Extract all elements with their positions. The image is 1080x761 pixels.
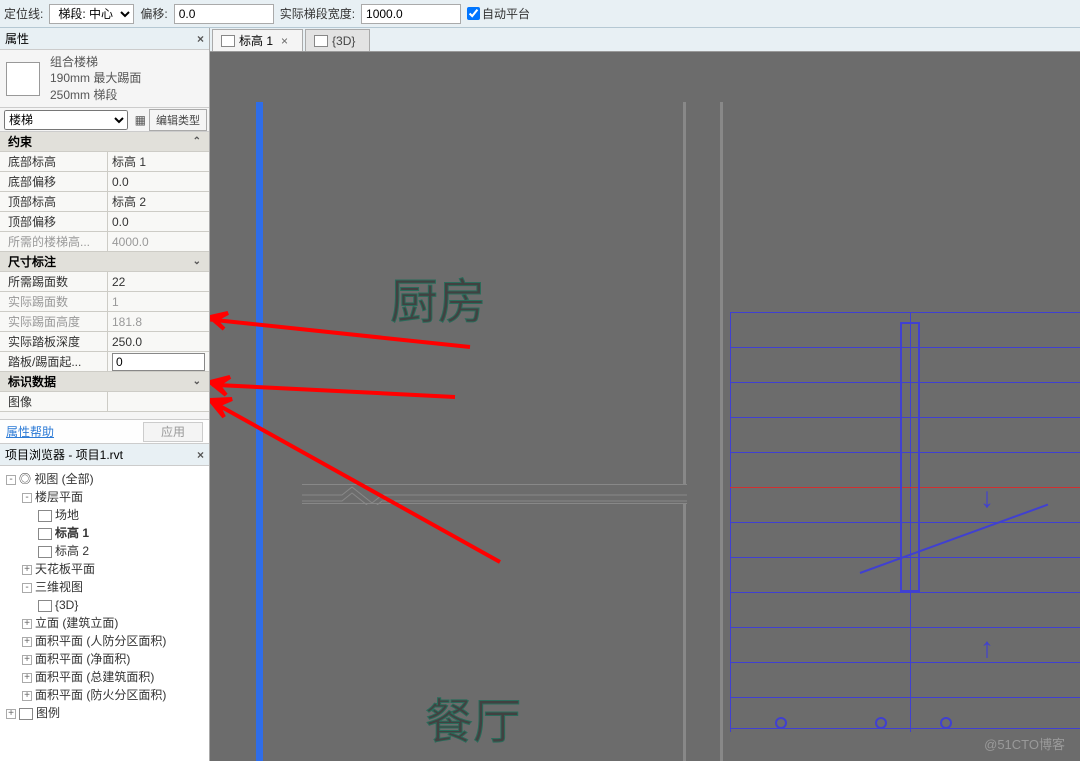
desired-risers-val[interactable]: 22 (108, 272, 209, 291)
browser-title: 项目浏览器 - 项目1.rvt × (0, 444, 209, 466)
arrow-down-icon: ↓ (980, 482, 994, 514)
arrow-up-icon: ↑ (980, 632, 994, 664)
close-icon[interactable]: × (197, 32, 204, 46)
base-offset-val[interactable]: 0.0 (108, 172, 209, 191)
base-level-val[interactable]: 标高 1 (108, 152, 209, 171)
locate-line-select[interactable]: 梯段: 中心 (49, 4, 134, 24)
tree-item-level2[interactable]: 标高 2 (38, 542, 207, 560)
room-label-kitchen: 厨房 (390, 262, 486, 332)
tab-level1[interactable]: 标高 1× (212, 29, 303, 51)
properties-help-link[interactable]: 属性帮助 (6, 423, 54, 440)
auto-landing-check[interactable]: 自动平台 (467, 5, 530, 22)
auto-landing-checkbox[interactable] (467, 7, 480, 20)
locate-line-label: 定位线: (4, 5, 43, 22)
edit-type-icon: ▦ (135, 113, 146, 127)
drawing-canvas[interactable]: 厨房 餐厅 (210, 52, 1080, 761)
room-label-dining: 餐厅 (425, 682, 521, 752)
image-val[interactable] (108, 392, 209, 411)
edit-type-button[interactable]: 编辑类型 (149, 109, 207, 131)
tree-item-area4[interactable]: +面积平面 (防火分区面积) (22, 686, 207, 704)
properties-body: 约束⌃ 底部标高标高 1 底部偏移0.0 顶部标高标高 2 顶部偏移0.0 所需… (0, 132, 209, 420)
tree-item-site[interactable]: 场地 (38, 506, 207, 524)
top-level-val[interactable]: 标高 2 (108, 192, 209, 211)
tree-item-area2[interactable]: +面积平面 (净面积) (22, 650, 207, 668)
group-identity[interactable]: 标识数据⌄ (0, 372, 209, 392)
tread-riser-start-val[interactable] (108, 352, 209, 371)
tree-item-elev[interactable]: +立面 (建筑立面) (22, 614, 207, 632)
properties-panel-title: 属性 × (0, 28, 209, 50)
tree-item-area1[interactable]: +面积平面 (人防分区面积) (22, 632, 207, 650)
group-dimensions[interactable]: 尺寸标注⌄ (0, 252, 209, 272)
actual-tread-depth-val[interactable]: 250.0 (108, 332, 209, 351)
group-constraints[interactable]: 约束⌃ (0, 132, 209, 152)
run-width-label: 实际梯段宽度: (280, 5, 355, 22)
close-icon[interactable]: × (281, 34, 288, 48)
tree-item-level1[interactable]: 标高 1 (38, 524, 207, 542)
tree-item-area3[interactable]: +面积平面 (总建筑面积) (22, 668, 207, 686)
type-thumb-icon (6, 62, 40, 96)
tab-3d[interactable]: {3D} (305, 29, 370, 51)
watermark: @51CTO博客 (984, 734, 1065, 753)
apply-button[interactable]: 应用 (143, 422, 203, 442)
type-selector[interactable]: 组合楼梯 190mm 最大踢面 250mm 梯段 (0, 50, 209, 108)
project-browser-tree[interactable]: -◎ 视图 (全部) -楼层平面 场地 标高 1 标高 2 +天花板平面 -三维… (0, 466, 209, 761)
view-icon (221, 35, 235, 47)
run-width-input[interactable] (361, 4, 461, 24)
tree-item-ceiling[interactable]: +天花板平面 (22, 560, 207, 578)
offset-input[interactable] (174, 4, 274, 24)
options-bar: 定位线: 梯段: 中心 偏移: 实际梯段宽度: 自动平台 (0, 0, 1080, 28)
close-icon[interactable]: × (197, 448, 204, 462)
view-icon (314, 35, 328, 47)
offset-label: 偏移: (140, 5, 167, 22)
view-tabs: 标高 1× {3D} (210, 28, 1080, 52)
tree-item-legends[interactable]: +图例 (6, 704, 207, 722)
tree-item-3d[interactable]: {3D} (38, 596, 207, 614)
top-offset-val[interactable]: 0.0 (108, 212, 209, 231)
instance-category-select[interactable]: 楼梯 (4, 110, 128, 130)
